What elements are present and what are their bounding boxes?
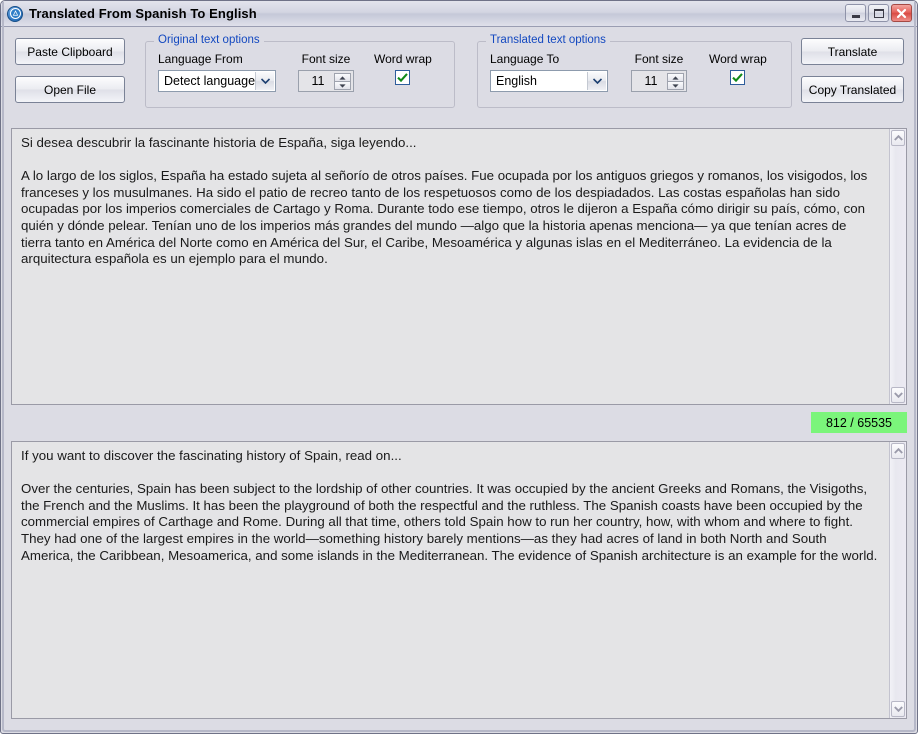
original-word-wrap-label: Word wrap	[374, 52, 432, 66]
close-button[interactable]	[891, 4, 912, 22]
close-icon	[896, 8, 907, 18]
translated-font-size-stepper[interactable]: 11	[631, 70, 687, 92]
copy-translated-button[interactable]: Copy Translated	[801, 76, 904, 103]
maximize-icon	[873, 8, 884, 18]
original-font-size-spin-buttons[interactable]	[334, 73, 351, 90]
language-from-label: Language From	[158, 52, 243, 66]
original-font-size-label: Font size	[301, 52, 351, 66]
translated-text-options-legend: Translated text options	[486, 34, 610, 46]
paste-clipboard-button[interactable]: Paste Clipboard	[15, 38, 125, 65]
original-word-wrap-field: Word wrap	[374, 52, 432, 85]
source-text-scrollbar[interactable]	[889, 129, 906, 404]
translated-text-scrollbar[interactable]	[889, 442, 906, 718]
scroll-down-arrow-icon[interactable]	[891, 701, 905, 717]
chevron-down-icon[interactable]	[587, 72, 606, 90]
language-to-value: English	[496, 74, 537, 88]
translated-font-size-spin-buttons[interactable]	[667, 73, 684, 90]
window-title: Translated From Spanish To English	[29, 6, 257, 21]
translated-word-wrap-label: Word wrap	[709, 52, 767, 66]
translated-text-content[interactable]: If you want to discover the fascinating …	[12, 442, 888, 718]
translate-circle-icon	[7, 5, 23, 22]
translated-word-wrap-field: Word wrap	[709, 52, 767, 85]
language-from-field: Language From Detect language	[158, 52, 276, 92]
translated-text-options-group: Translated text options Language To Engl…	[477, 34, 792, 108]
character-count-badge: 812 / 65535	[811, 412, 907, 433]
original-text-options-group: Original text options Language From Dete…	[145, 34, 455, 108]
spinner-down-icon[interactable]	[667, 82, 684, 90]
toolbar: Paste Clipboard Open File Original text …	[7, 31, 911, 117]
scroll-up-arrow-icon[interactable]	[891, 443, 905, 459]
original-font-size-stepper[interactable]: 11	[298, 70, 354, 92]
minimize-icon	[851, 14, 860, 18]
original-font-size-field: Font size 11	[298, 52, 354, 92]
original-word-wrap-checkbox[interactable]	[395, 70, 411, 85]
spinner-up-icon[interactable]	[334, 73, 351, 82]
checkmark-icon	[397, 73, 409, 82]
spinner-down-icon[interactable]	[334, 82, 351, 90]
checkmark-icon	[732, 73, 744, 82]
window-controls	[845, 4, 912, 22]
chevron-down-icon[interactable]	[255, 72, 274, 90]
original-text-options-legend: Original text options	[154, 34, 264, 46]
minimize-button[interactable]	[845, 4, 866, 22]
translated-word-wrap-checkbox[interactable]	[730, 70, 746, 85]
source-text-pane[interactable]: Si desea descubrir la fascinante histori…	[11, 128, 907, 405]
language-to-select[interactable]: English	[490, 70, 608, 92]
source-text-content[interactable]: Si desea descubrir la fascinante histori…	[12, 129, 888, 404]
translated-font-size-field: Font size 11	[631, 52, 687, 92]
language-to-label: Language To	[490, 52, 560, 66]
open-file-button[interactable]: Open File	[15, 76, 125, 103]
scroll-down-arrow-icon[interactable]	[891, 387, 905, 403]
language-from-select[interactable]: Detect language	[158, 70, 276, 92]
language-from-value: Detect language	[164, 74, 256, 88]
spinner-up-icon[interactable]	[667, 73, 684, 82]
maximize-button[interactable]	[868, 4, 889, 22]
title-bar: Translated From Spanish To English	[1, 1, 917, 27]
translated-text-pane[interactable]: If you want to discover the fascinating …	[11, 441, 907, 719]
language-to-field: Language To English	[490, 52, 608, 92]
translate-button[interactable]: Translate	[801, 38, 904, 65]
application-window: Translated From Spanish To English Paste…	[0, 0, 918, 734]
translated-font-size-label: Font size	[634, 52, 684, 66]
scroll-up-arrow-icon[interactable]	[891, 130, 905, 146]
